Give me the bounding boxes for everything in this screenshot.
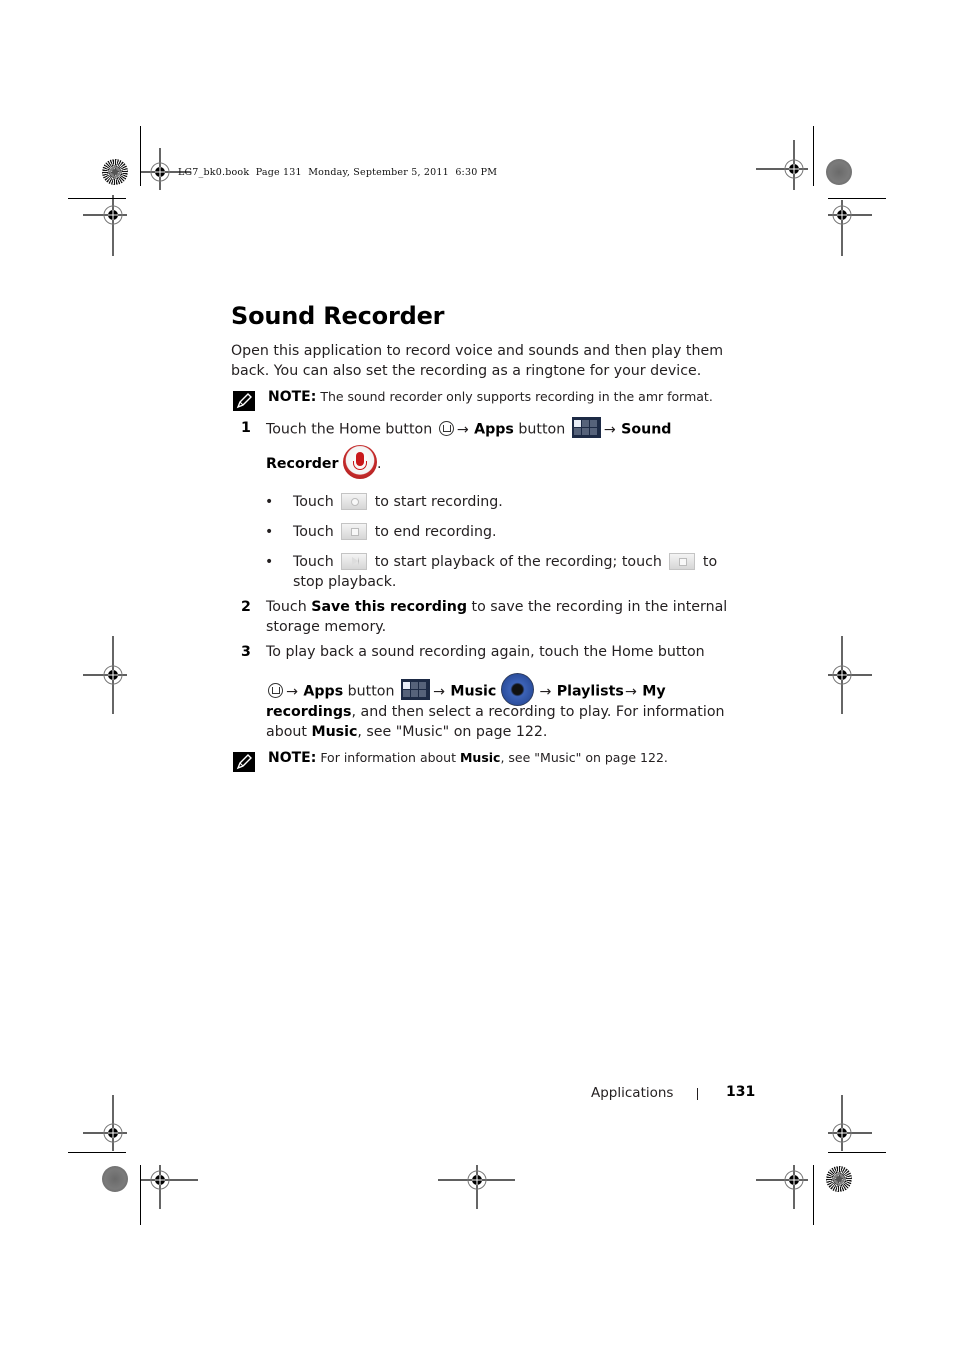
step-number: 2 <box>241 599 251 615</box>
color-bar-starburst-icon <box>826 1166 852 1192</box>
home-icon <box>268 683 283 698</box>
apps-grid-icon <box>571 417 601 438</box>
crop-mark <box>828 1152 886 1153</box>
note-label: NOTE: <box>268 389 317 405</box>
step-text: Touch the Home button <box>266 421 437 438</box>
registration-target-icon <box>141 1165 198 1209</box>
color-bar-disc-icon <box>826 159 852 185</box>
arrow: → <box>624 683 642 700</box>
bullet-text: Touch <box>293 524 339 540</box>
stop-button-icon <box>669 552 696 570</box>
apps-grid-icon <box>400 679 430 700</box>
registration-target-icon <box>828 200 872 256</box>
registration-target-icon <box>828 1095 872 1151</box>
step-1-line-2: Recorder . <box>266 445 746 481</box>
playlists-label: Playlists <box>556 683 624 700</box>
sound-recorder-label: Sound <box>621 421 672 438</box>
note-1: NOTE: The sound recorder only supports r… <box>233 389 713 411</box>
bullet-text: to start playback of the recording; touc… <box>370 554 667 570</box>
note-text: , see "Music" on page 122. <box>500 750 668 765</box>
color-bar-starburst-icon <box>102 159 128 185</box>
arrow: → <box>432 683 450 700</box>
registration-target-icon <box>828 636 872 714</box>
bullet-item: Touch to start recording. <box>293 492 743 513</box>
save-recording-label: Save this recording <box>311 599 468 615</box>
bullet-text: to start recording. <box>370 494 503 510</box>
crop-mark <box>68 1152 126 1153</box>
play-button-icon <box>341 552 368 570</box>
music-speaker-icon <box>500 673 534 706</box>
apps-label: Apps <box>474 421 514 438</box>
page-number: 131 <box>726 1084 756 1100</box>
bullet-item: Touch to start playback of the recording… <box>293 552 743 592</box>
home-icon <box>438 421 454 436</box>
intro-paragraph: Open this application to record voice an… <box>231 343 724 379</box>
bullet-text: to end recording. <box>370 524 497 540</box>
step-number: 3 <box>241 644 251 660</box>
bullet-text: Touch <box>293 494 339 510</box>
note-text: The sound recorder only supports recordi… <box>316 389 713 404</box>
pencil-note-icon <box>233 752 255 772</box>
microphone-icon <box>343 445 377 479</box>
step-3-line-3: recordings, and then select a recording … <box>266 703 746 742</box>
registration-target-icon <box>83 1095 127 1151</box>
music-label: Music <box>459 750 501 765</box>
registration-target-icon <box>756 140 808 190</box>
bullet-dot: • <box>265 494 274 510</box>
page-title: Sound Recorder <box>231 302 445 330</box>
registration-target-icon <box>438 1165 515 1209</box>
footer-divider <box>697 1088 698 1100</box>
crop-mark <box>828 198 886 199</box>
my-recordings-label: recordings <box>266 704 352 720</box>
note-text: For information about <box>316 750 460 765</box>
step-1-line-1: Touch the Home button → Apps button → So… <box>266 417 746 440</box>
step-text: , see "Music" on page 122. <box>357 723 548 740</box>
my-recordings-label: My <box>642 683 666 700</box>
music-label: Music <box>311 723 358 740</box>
crop-mark <box>813 1165 814 1225</box>
step-text: button <box>513 421 570 438</box>
bullet-dot: • <box>265 524 274 540</box>
print-slug: LG7_bk0.book Page 131 Monday, September … <box>178 167 498 178</box>
note-label: NOTE: <box>268 750 317 766</box>
registration-target-icon <box>83 636 127 714</box>
bullet-item: Touch to end recording. <box>293 522 743 543</box>
arrow: → <box>534 683 556 700</box>
pencil-note-icon <box>233 391 255 411</box>
step-2: Touch Save this recording to save the re… <box>266 598 746 637</box>
music-label: Music <box>450 683 497 700</box>
note-2: NOTE: For information about Music, see "… <box>233 750 668 772</box>
arrow: → <box>286 683 303 700</box>
arrow: → <box>603 421 621 438</box>
step-text: . <box>377 456 382 472</box>
sound-recorder-label: Recorder <box>266 456 339 472</box>
crop-mark <box>813 126 814 186</box>
registration-target-icon <box>83 195 127 256</box>
footer-section: Applications <box>591 1085 674 1101</box>
step-number: 1 <box>241 420 251 436</box>
bullet-dot: • <box>265 554 274 570</box>
stop-button-icon <box>341 522 368 540</box>
registration-target-icon <box>756 1165 808 1209</box>
arrow: → <box>456 421 474 438</box>
record-button-icon <box>341 492 368 510</box>
color-bar-disc-icon <box>102 1166 128 1192</box>
bullet-text: Touch <box>293 554 339 570</box>
step-text: button <box>343 683 399 700</box>
step-3-line-1: To play back a sound recording again, to… <box>266 644 705 660</box>
apps-label: Apps <box>303 683 344 700</box>
step-text: Touch <box>266 599 312 615</box>
